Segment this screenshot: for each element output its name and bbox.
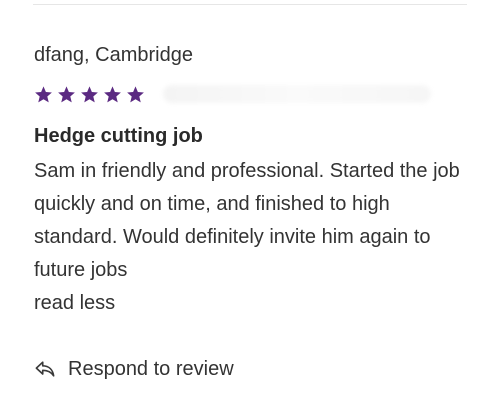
- star-rating: [34, 85, 145, 104]
- star-icon: [127, 85, 144, 102]
- star-icon: [58, 85, 75, 102]
- respond-label: Respond to review: [68, 358, 234, 380]
- review-body: Sam in friendly and professional. Starte…: [34, 160, 460, 281]
- review-card: dfang, Cambridge Hedge cutting job Sam i…: [34, 42, 474, 320]
- respond-to-review-button[interactable]: Respond to review: [34, 356, 234, 382]
- top-divider: [33, 4, 467, 5]
- review-title: Hedge cutting job: [34, 125, 203, 147]
- read-less-link[interactable]: read less: [34, 287, 474, 320]
- rating-row: [34, 81, 474, 107]
- star-icon: [35, 85, 52, 102]
- review-author: dfang, Cambridge: [34, 44, 193, 66]
- redacted-date: [163, 85, 431, 103]
- star-icon: [81, 85, 98, 102]
- reply-icon: [35, 361, 55, 377]
- star-icon: [104, 85, 121, 102]
